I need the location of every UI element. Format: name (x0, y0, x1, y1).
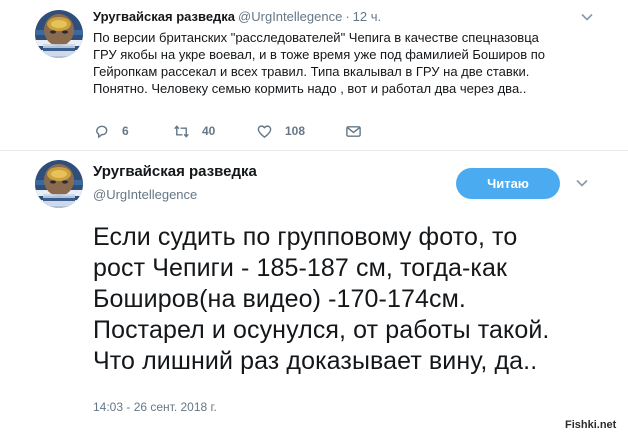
avatar[interactable] (35, 10, 83, 58)
author-name[interactable]: Уругвайская разведка (93, 163, 257, 180)
divider (0, 150, 628, 151)
tweet-text: Если судить по групповому фото, то рост … (93, 222, 623, 377)
tweet-text-line: Понятно. Человеку семью кормить надо , в… (93, 81, 527, 96)
separator: · (345, 9, 350, 24)
tweet-text-line: Если судить по групповому фото, то (93, 223, 518, 251)
tweet-text-line: ГРУ якобы на укре воевал, и в тоже время… (93, 47, 546, 62)
tweet-text-line: Что лишний раз доказывает вину, да.. (93, 347, 538, 375)
follow-button[interactable]: Читаю (456, 168, 560, 199)
retweet-button[interactable]: 40 (173, 122, 215, 140)
retweet-count: 40 (202, 124, 216, 138)
tweet-text-line: Гейропкам рассекал и всех травил. Типа в… (93, 64, 530, 79)
tweet-timestamp[interactable]: 14:03 - 26 сент. 2018 г. (93, 400, 217, 414)
tweet-text-line: рост Чепиги - 185-187 см, тогда-как (93, 254, 508, 282)
tweet-text-line: По версии британских "расследователей" Ч… (93, 30, 539, 45)
avatar[interactable] (35, 160, 83, 208)
tweet-text-line: Боширов(на видео) -170-174см. (93, 285, 466, 313)
like-button[interactable]: 108 (256, 122, 305, 140)
tweet-header: Уругвайская разведка @UrgIntellegence · 12 … (93, 9, 381, 24)
message-icon (346, 125, 361, 137)
chevron-down-icon[interactable] (580, 10, 594, 24)
author-handle[interactable]: @UrgIntellegence (238, 9, 342, 24)
reply-count: 6 (122, 124, 129, 138)
tweet-text-line: Постарел и осунулся, от работы такой. (93, 316, 550, 344)
chevron-down-icon[interactable] (575, 176, 589, 190)
author-name[interactable]: Уругвайская разведка (93, 9, 235, 24)
like-count: 108 (285, 124, 306, 138)
reply-tweet: Уругвайская разведка @UrgIntellegence · 12 … (0, 0, 628, 150)
tweet-text: По версии британских "расследователей" Ч… (93, 29, 613, 97)
like-icon (257, 124, 272, 138)
reply-button[interactable]: 6 (93, 122, 129, 140)
message-button[interactable] (345, 122, 362, 140)
author-handle[interactable]: @UrgIntellegence (93, 187, 197, 202)
watermark: Fishki.net (565, 419, 617, 431)
tweet-age[interactable]: 12 ч. (353, 9, 381, 24)
reply-icon (96, 125, 108, 138)
retweet-icon (174, 124, 189, 138)
